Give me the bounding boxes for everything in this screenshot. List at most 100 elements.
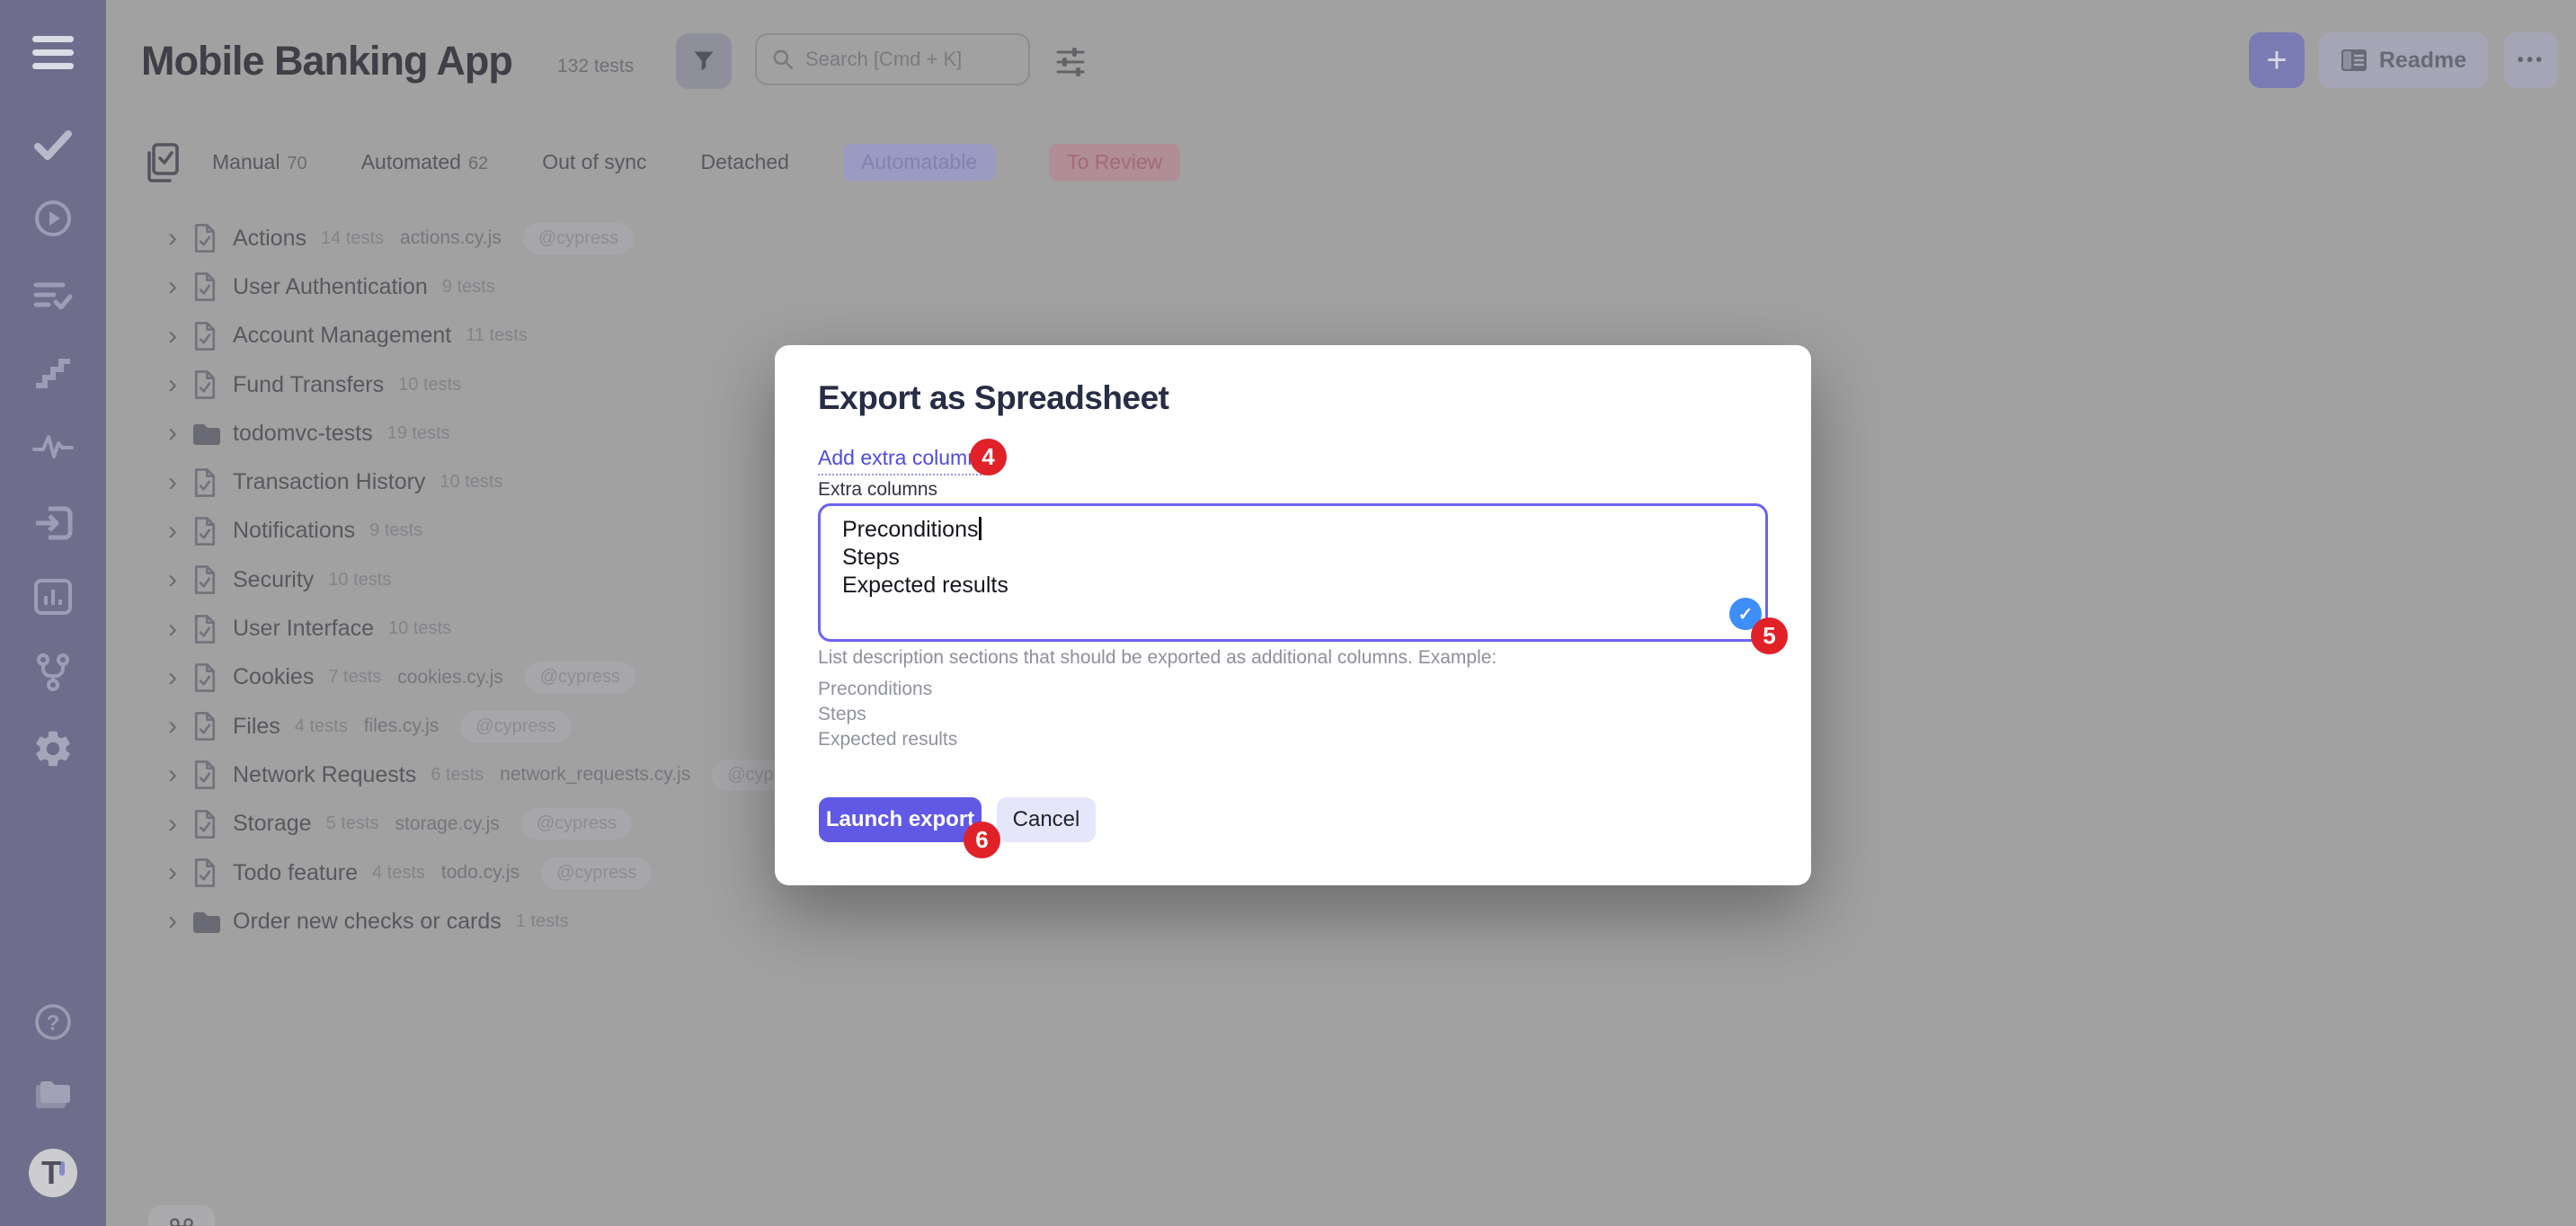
suite-test-count: 19 tests bbox=[387, 423, 450, 444]
readme-label: Readme bbox=[2379, 48, 2466, 74]
test-suite-row[interactable]: User Interface 10 tests bbox=[168, 604, 822, 653]
folder-icon bbox=[191, 909, 222, 934]
projects-folders-icon[interactable] bbox=[0, 1077, 106, 1115]
test-suite-row[interactable]: Files 4 tests files.cy.js @cypress bbox=[168, 702, 822, 751]
avatar-glyph: T bbox=[41, 1154, 61, 1191]
suite-name: Security bbox=[233, 567, 314, 593]
suite-name: Network Requests bbox=[233, 762, 416, 788]
chevron-right-icon[interactable] bbox=[168, 518, 191, 545]
tab-automated[interactable]: Automated 62 bbox=[361, 150, 489, 174]
chevron-right-icon[interactable] bbox=[168, 566, 191, 593]
test-suite-row[interactable]: User Authentication 9 tests bbox=[168, 262, 822, 311]
chevron-right-icon[interactable] bbox=[168, 811, 191, 838]
test-suite-row[interactable]: todomvc-tests 19 tests bbox=[168, 409, 822, 458]
tab-count: 70 bbox=[287, 154, 306, 174]
search-input[interactable]: Search [Cmd + K] bbox=[755, 33, 1030, 85]
launch-export-button[interactable]: Launch export bbox=[819, 797, 982, 842]
menu-icon[interactable] bbox=[0, 36, 106, 69]
test-suite-row[interactable]: Account Management 11 tests bbox=[168, 312, 822, 360]
example-line: Expected results bbox=[818, 729, 957, 751]
checklist-icon[interactable] bbox=[0, 277, 106, 315]
chevron-right-icon[interactable] bbox=[168, 713, 191, 740]
steps-stairs-icon[interactable] bbox=[0, 354, 106, 390]
suite-tag-chip[interactable]: @cypress bbox=[521, 808, 632, 840]
test-file-icon bbox=[191, 760, 218, 790]
export-spreadsheet-modal: Export as Spreadsheet Add extra columns … bbox=[775, 345, 1811, 885]
suite-file-name: network_requests.cy.js bbox=[500, 764, 690, 786]
folder-icon bbox=[191, 421, 222, 446]
suite-test-count: 9 tests bbox=[369, 520, 422, 541]
chevron-right-icon[interactable] bbox=[168, 664, 191, 691]
textarea-line: Steps bbox=[842, 544, 1747, 572]
chevron-right-icon[interactable] bbox=[168, 420, 191, 447]
helper-text: List description sections that should be… bbox=[818, 647, 1497, 669]
tab-label: Automatable bbox=[861, 150, 977, 174]
test-suite-row[interactable]: Cookies 7 tests cookies.cy.js @cypress bbox=[168, 653, 822, 702]
pulse-activity-icon[interactable] bbox=[0, 431, 106, 462]
suite-test-count: 4 tests bbox=[295, 716, 348, 737]
test-suite-row[interactable]: Security 10 tests bbox=[168, 555, 822, 604]
search-icon bbox=[771, 48, 795, 71]
keyboard-shortcuts-button[interactable]: ⌘ bbox=[148, 1205, 215, 1226]
test-suite-row[interactable]: Transaction History 10 tests bbox=[168, 458, 822, 506]
example-line: Preconditions bbox=[818, 679, 932, 700]
tab-out-of-sync[interactable]: Out of sync bbox=[542, 150, 646, 174]
import-signin-icon[interactable] bbox=[0, 503, 106, 543]
suite-tag-chip[interactable]: @cypress bbox=[525, 662, 635, 693]
test-suite-row[interactable]: Notifications 9 tests bbox=[168, 507, 822, 555]
add-extra-columns-link[interactable]: Add extra columns bbox=[818, 446, 989, 475]
chevron-right-icon[interactable] bbox=[168, 225, 191, 252]
test-suite-row[interactable]: Network Requests 6 tests network_request… bbox=[168, 751, 822, 799]
filter-button[interactable] bbox=[676, 33, 732, 89]
step-badge-5: 5 bbox=[1751, 617, 1788, 654]
tab-automatable[interactable]: Automatable bbox=[843, 144, 995, 181]
suite-name: Storage bbox=[233, 811, 312, 837]
chevron-right-icon[interactable] bbox=[168, 761, 191, 788]
add-button[interactable]: + bbox=[2249, 32, 2305, 88]
suite-file-name: actions.cy.js bbox=[400, 227, 502, 249]
test-file-icon bbox=[191, 321, 218, 351]
tab-to-review[interactable]: To Review bbox=[1049, 144, 1180, 181]
suite-tag-chip[interactable]: @cypress bbox=[523, 223, 634, 254]
chevron-right-icon[interactable] bbox=[168, 371, 191, 398]
test-file-icon bbox=[191, 467, 218, 498]
reports-chart-icon[interactable] bbox=[0, 578, 106, 616]
text-cursor bbox=[979, 517, 982, 540]
cancel-button[interactable]: Cancel bbox=[997, 797, 1096, 842]
settings-gear-icon[interactable] bbox=[0, 727, 106, 770]
test-suite-row[interactable]: Actions 14 tests actions.cy.js @cypress bbox=[168, 214, 822, 262]
test-suite-row[interactable]: Todo feature 4 tests todo.cy.js @cypress bbox=[168, 848, 822, 897]
test-suite-row[interactable]: Fund Transfers 10 tests bbox=[168, 360, 822, 409]
filter-settings-icon[interactable] bbox=[1053, 45, 1088, 79]
chevron-right-icon[interactable] bbox=[168, 616, 191, 643]
git-branch-icon[interactable] bbox=[0, 653, 106, 692]
tab-label: To Review bbox=[1067, 150, 1162, 174]
chevron-right-icon[interactable] bbox=[168, 859, 191, 886]
tests-check-icon[interactable] bbox=[0, 127, 106, 163]
avatar[interactable]: T bbox=[0, 1147, 106, 1199]
app-root: ? T Mobile Banking App 132 tests Search … bbox=[0, 0, 2576, 1226]
tab-count: 62 bbox=[468, 154, 488, 174]
test-suite-row[interactable]: Order new checks or cards 1 tests bbox=[168, 897, 822, 946]
more-options-button[interactable]: ••• bbox=[2504, 32, 2558, 88]
suite-tag-chip[interactable]: @cypress bbox=[460, 711, 571, 742]
runs-play-icon[interactable] bbox=[0, 199, 106, 238]
suite-tag-chip[interactable]: @cypress bbox=[541, 857, 652, 889]
chevron-right-icon[interactable] bbox=[168, 908, 191, 935]
tab-manual[interactable]: Manual 70 bbox=[212, 150, 307, 174]
bulk-select-icon[interactable] bbox=[142, 142, 182, 183]
suite-test-count: 14 tests bbox=[321, 228, 384, 249]
textarea-line: Expected results bbox=[842, 572, 1747, 600]
chevron-right-icon[interactable] bbox=[168, 273, 191, 300]
suite-name: Cookies bbox=[233, 664, 314, 690]
tab-detached[interactable]: Detached bbox=[701, 150, 789, 174]
suite-name: Notifications bbox=[233, 518, 355, 544]
test-suite-row[interactable]: Storage 5 tests storage.cy.js @cypress bbox=[168, 800, 822, 848]
readme-button[interactable]: Readme bbox=[2319, 32, 2488, 88]
help-icon[interactable]: ? bbox=[0, 1002, 106, 1042]
step-badge-4: 4 bbox=[970, 439, 1007, 475]
textarea-line: Preconditions bbox=[842, 516, 1747, 544]
extra-columns-textarea[interactable]: Preconditions Steps Expected results bbox=[818, 503, 1768, 642]
chevron-right-icon[interactable] bbox=[168, 469, 191, 496]
chevron-right-icon[interactable] bbox=[168, 323, 191, 350]
